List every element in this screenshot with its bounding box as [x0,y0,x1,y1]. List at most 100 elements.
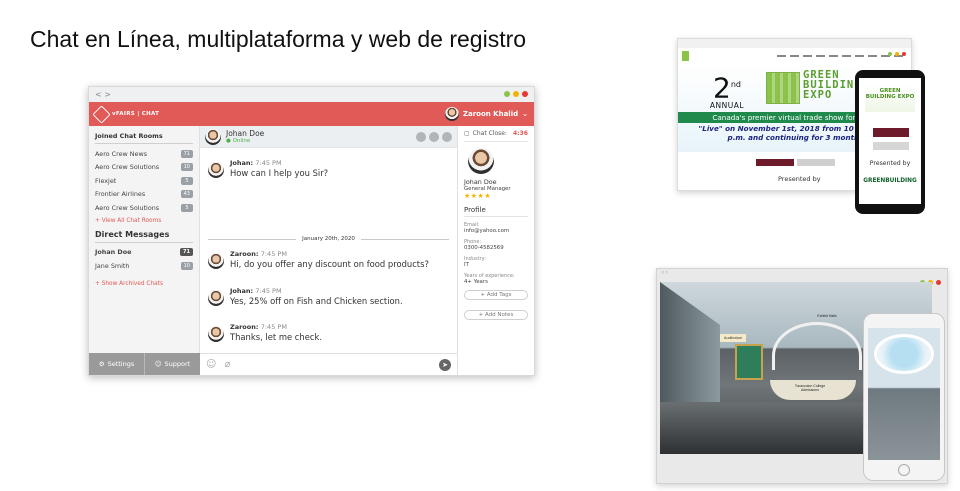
conversation-panel: Johan Doe ● Online Johan: 7:45 PM How can… [200,126,457,375]
message-time: 7:45 PM [260,250,287,258]
expo-logo-text: GREEN BUILDING EXPO [803,69,862,101]
room-item[interactable]: Frontier Airlines 43 [95,188,193,202]
slide: Chat en Línea, multiplataforma y web de … [0,0,960,491]
view-all-rooms-link[interactable]: + View All Chat Rooms [95,218,193,224]
phone-sponsor-logo: GREENBUILDING [863,178,917,184]
nav-arrows-icon[interactable]: < > [95,90,111,99]
message-text: Hi, do you offer any discount on food pr… [230,259,429,269]
minimize-dot-icon[interactable] [504,91,510,97]
add-tags-button[interactable]: + Add Tags [464,290,528,300]
dome-ceiling [874,334,934,374]
unread-badge: 43 [180,190,193,199]
date-separator: January 20th, 2020 [208,236,450,242]
message: Zaroon: 7:45 PM Thanks, let me check. [200,323,330,342]
message-composer[interactable]: ☺ ⌀ ➤ [200,353,457,375]
phone-presented-by: Presented by [869,160,911,167]
joined-rooms-header: Joined Chat Rooms [95,132,193,144]
browser-bar [678,39,911,56]
green-booth[interactable] [735,344,763,380]
user-menu[interactable]: Zaroon Khalid ⌄ [444,107,528,121]
room-item[interactable]: Aero Crew Solutions 5 [95,201,193,215]
presented-by: Presented by [778,175,821,183]
app-logo: vFAIRS | CHAT [92,104,159,124]
video-icon[interactable] [429,131,439,142]
send-button[interactable]: ➤ [439,358,451,371]
room-name: Aero Crew Solutions [95,163,160,172]
gear-icon: ⚙ [98,360,105,368]
login-button[interactable] [797,159,835,166]
contact-avatar [205,128,221,145]
unread-badge: 71 [180,248,193,257]
slide-title: Chat en Línea, multiplataforma y web de … [30,26,527,52]
room-item[interactable]: Flexjet 5 [95,174,193,188]
chat-close-timer: ▢ Chat Close: 4:36 [464,130,528,142]
emoji-icon[interactable]: ☺ [206,359,216,370]
lobby-arch [772,322,862,370]
message-avatar [208,253,224,269]
rating-stars: ★★★★ [464,192,492,200]
profile-panel: ▢ Chat Close: 4:36 Johan Doe General Man… [457,126,534,375]
site-logo [682,51,706,61]
chat-close-time: 4:36 [512,130,528,137]
registration-buttons [756,159,835,166]
message-sender: Johan: 7:45 PM [230,159,282,167]
phone-login-button[interactable] [873,142,909,150]
college-sign: Tocaccolon College Admissions [794,384,826,392]
message: Zaroon: 7:45 PM Hi, do you offer any disc… [200,250,437,269]
close-icon[interactable] [442,131,452,142]
unread-badge: 10 [180,163,193,172]
profile-name: Johan Doe [464,178,497,186]
maximize-dot-icon[interactable] [513,91,519,97]
message-text: How can I help you Sir? [230,168,329,178]
phone-expo-logo: GREEN BUILDING EXPO [865,84,915,112]
conversation-header: Johan Doe ● Online [200,126,457,148]
message-text: Yes, 25% off on Fish and Chicken section… [230,296,403,306]
message-sender: Johan: 7:45 PM [230,287,282,295]
room-item[interactable]: Aero Crew News 71 [95,147,193,161]
status-label: Online [232,137,251,144]
sidebar: Joined Chat Rooms Aero Crew News 71 Aero … [89,126,200,375]
green-building-logo-icon [766,72,800,104]
direct-item[interactable]: Jane Smith 10 [95,259,193,273]
auditorium-sign[interactable]: Auditorium [720,334,746,342]
direct-item[interactable]: Johan Doe 71 [95,246,193,260]
close-dot-icon[interactable] [522,91,528,97]
dot-icon [895,52,899,56]
support-icon: ☺ [154,360,162,368]
room-item[interactable]: Aero Crew Solutions 10 [95,161,193,175]
exhibit-halls-sign[interactable]: Exhibit Halls [810,314,844,320]
message-time: 7:45 PM [260,323,287,331]
phone-mockup: GREEN BUILDING EXPO Presented by GREENBU… [855,70,925,214]
phone-screen [868,328,940,460]
current-user-name: Zaroon Khalid [462,110,519,118]
home-button-icon[interactable] [898,464,910,476]
unread-badge: 71 [180,149,193,158]
profile-avatar [468,148,494,174]
message-avatar [208,326,224,342]
settings-button[interactable]: ⚙ Settings [89,353,144,375]
site-nav [678,48,911,64]
unread-badge: 5 [181,176,193,185]
phone-screen: GREEN BUILDING EXPO Presented by GREENBU… [859,78,921,204]
phone-register-button[interactable] [873,128,909,137]
chevron-down-icon[interactable]: ⌄ [522,110,528,118]
direct-messages-header: Direct Messages [95,230,193,243]
call-icon[interactable] [416,131,426,142]
message-text: Thanks, let me check. [230,332,322,342]
settings-label: Settings [107,360,135,368]
window-titlebar: < > [89,87,534,102]
attachment-icon[interactable]: ⌀ [224,359,230,370]
phone-mockup-2 [863,313,945,481]
add-notes-button[interactable]: + Add Notes [464,310,528,320]
room-name: Frontier Airlines [95,190,146,199]
field-value: 4+ Years [464,279,488,285]
show-archived-link[interactable]: + Show Archived Chats [95,281,193,287]
dot-icon [888,52,892,56]
chat-window: < > vFAIRS | CHAT Zaroon Khalid ⌄ Joined… [88,86,535,376]
unread-badge: 10 [180,261,193,270]
support-button[interactable]: ☺ Support [144,353,200,375]
calendar-icon: ▢ [464,130,470,137]
nav-arrows-icon[interactable]: ‹ › [662,270,668,276]
ordinal-suffix: nd [730,80,741,89]
register-button[interactable] [756,159,794,166]
